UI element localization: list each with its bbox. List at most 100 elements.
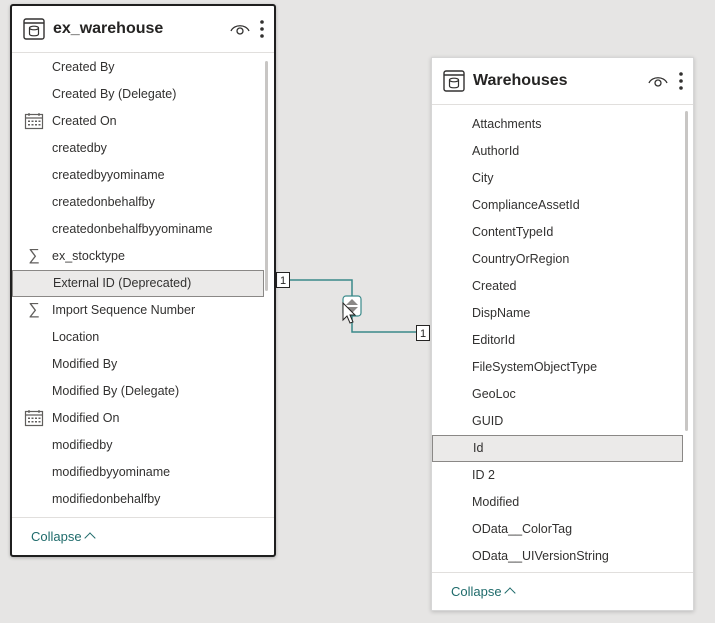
sigma-icon: ∑ [28, 301, 40, 318]
field-label: External ID (Deprecated) [53, 276, 192, 290]
field-row[interactable]: OData__ColorTag [432, 516, 683, 543]
field-list-scrollbar[interactable] [685, 111, 688, 431]
field-label: DispName [472, 306, 531, 320]
table-icon [23, 18, 45, 40]
field-row[interactable]: EditorId [432, 327, 683, 354]
field-label: AuthorId [472, 144, 520, 158]
table-card-header: ex_warehouse [12, 6, 274, 53]
more-options-icon[interactable] [678, 71, 684, 91]
from-cardinality-badge: 1 [276, 272, 290, 288]
field-label: EditorId [472, 333, 516, 347]
field-row[interactable]: CountryOrRegion [432, 246, 683, 273]
field-row[interactable]: Created On [12, 108, 264, 135]
more-options-icon[interactable] [259, 19, 265, 39]
field-label: OData__ColorTag [472, 522, 573, 536]
field-label: OData__UIVersionString [472, 549, 609, 563]
table-icon [443, 70, 465, 92]
field-list: Created By Created By (Delegate) Created O… [12, 54, 264, 520]
chevron-up-icon [503, 587, 516, 599]
field-label: Attachments [472, 117, 542, 131]
field-row[interactable]: Id [432, 435, 683, 462]
field-row[interactable]: ∑ ex_stocktype [12, 243, 264, 270]
mouse-cursor-icon [342, 301, 357, 324]
collapse-button[interactable]: Collapse [31, 529, 96, 544]
field-label: Id [473, 441, 484, 455]
field-row[interactable]: GeoLoc [432, 381, 683, 408]
field-label: GUID [472, 414, 504, 428]
field-label: City [472, 171, 494, 185]
field-row[interactable]: Modified [432, 489, 683, 516]
table-title: Warehouses [473, 72, 568, 89]
table-card-footer: Collapse [432, 572, 693, 610]
collapse-button[interactable]: Collapse [451, 584, 516, 599]
field-label: createdonbehalfby [52, 195, 155, 209]
table-title: ex_warehouse [53, 20, 164, 37]
sigma-icon: ∑ [28, 247, 40, 264]
chevron-up-icon [83, 532, 96, 544]
field-list: Attachments AuthorId City ComplianceAssetId… [432, 111, 683, 573]
field-row[interactable]: ComplianceAssetId [432, 192, 683, 219]
field-label: Modified By (Delegate) [52, 384, 180, 398]
field-label: createdonbehalfbyyominame [52, 222, 213, 236]
table-card-ex-warehouse[interactable]: ex_warehouse Created By Created By (Deleg… [10, 4, 276, 557]
field-label: Import Sequence Number [52, 303, 196, 317]
field-label: CountryOrRegion [472, 252, 570, 266]
field-label: createdby [52, 141, 107, 155]
field-row[interactable]: modifiedbyyominame [12, 459, 264, 486]
field-label: ID 2 [472, 468, 495, 482]
field-label: ex_stocktype [52, 249, 125, 263]
field-row[interactable]: Modified By [12, 351, 264, 378]
field-row[interactable]: GUID [432, 408, 683, 435]
field-label: Created On [52, 114, 117, 128]
field-label: createdbyyominame [52, 168, 165, 182]
field-row[interactable]: Created By (Delegate) [12, 81, 264, 108]
field-row[interactable]: createdonbehalfbyyominame [12, 216, 264, 243]
field-label: modifiedonbehalfby [52, 492, 161, 506]
field-label: modifiedby [52, 438, 113, 452]
field-row[interactable]: Attachments [432, 111, 683, 138]
field-row[interactable]: Created By [12, 54, 264, 81]
field-label: Modified [472, 495, 520, 509]
field-row[interactable]: External ID (Deprecated) [12, 270, 264, 297]
field-row[interactable]: DispName [432, 300, 683, 327]
field-row[interactable]: createdby [12, 135, 264, 162]
field-row[interactable]: modifiedonbehalfby [12, 486, 264, 513]
field-row[interactable]: Modified On [12, 405, 264, 432]
table-card-header: Warehouses [432, 58, 693, 105]
field-row[interactable]: OData__UIVersionString [432, 543, 683, 570]
field-label: Modified By [52, 357, 118, 371]
field-label: Location [52, 330, 100, 344]
field-row[interactable]: FileSystemObjectType [432, 354, 683, 381]
field-row[interactable]: ∑ Import Sequence Number [12, 297, 264, 324]
collapse-label: Collapse [31, 529, 82, 544]
field-label: FileSystemObjectType [472, 360, 598, 374]
table-card-footer: Collapse [12, 517, 274, 555]
field-label: ComplianceAssetId [472, 198, 580, 212]
field-row[interactable]: ID 2 [432, 462, 683, 489]
field-label: Created By [52, 60, 115, 74]
to-cardinality-badge: 1 [416, 325, 430, 341]
field-row[interactable]: ContentTypeId [432, 219, 683, 246]
field-label: modifiedbyyominame [52, 465, 171, 479]
field-row[interactable]: Location [12, 324, 264, 351]
bidirectional-filter-icon[interactable] [342, 295, 362, 317]
field-row[interactable]: createdbyyominame [12, 162, 264, 189]
calendar-icon [24, 112, 44, 130]
field-label: Modified On [52, 411, 120, 425]
eye-icon[interactable] [648, 74, 668, 88]
field-label: Created By (Delegate) [52, 87, 177, 101]
calendar-icon [24, 409, 44, 427]
field-row[interactable]: City [432, 165, 683, 192]
field-row[interactable]: modifiedby [12, 432, 264, 459]
eye-icon[interactable] [230, 22, 250, 36]
field-label: ContentTypeId [472, 225, 554, 239]
field-label: GeoLoc [472, 387, 516, 401]
field-label: Created [472, 279, 517, 293]
field-row[interactable]: AuthorId [432, 138, 683, 165]
table-card-warehouses[interactable]: Warehouses Attachments AuthorId City Compli… [431, 57, 694, 611]
field-row[interactable]: Created [432, 273, 683, 300]
collapse-label: Collapse [451, 584, 502, 599]
field-list-scrollbar[interactable] [265, 61, 268, 291]
field-row[interactable]: Modified By (Delegate) [12, 378, 264, 405]
field-row[interactable]: createdonbehalfby [12, 189, 264, 216]
